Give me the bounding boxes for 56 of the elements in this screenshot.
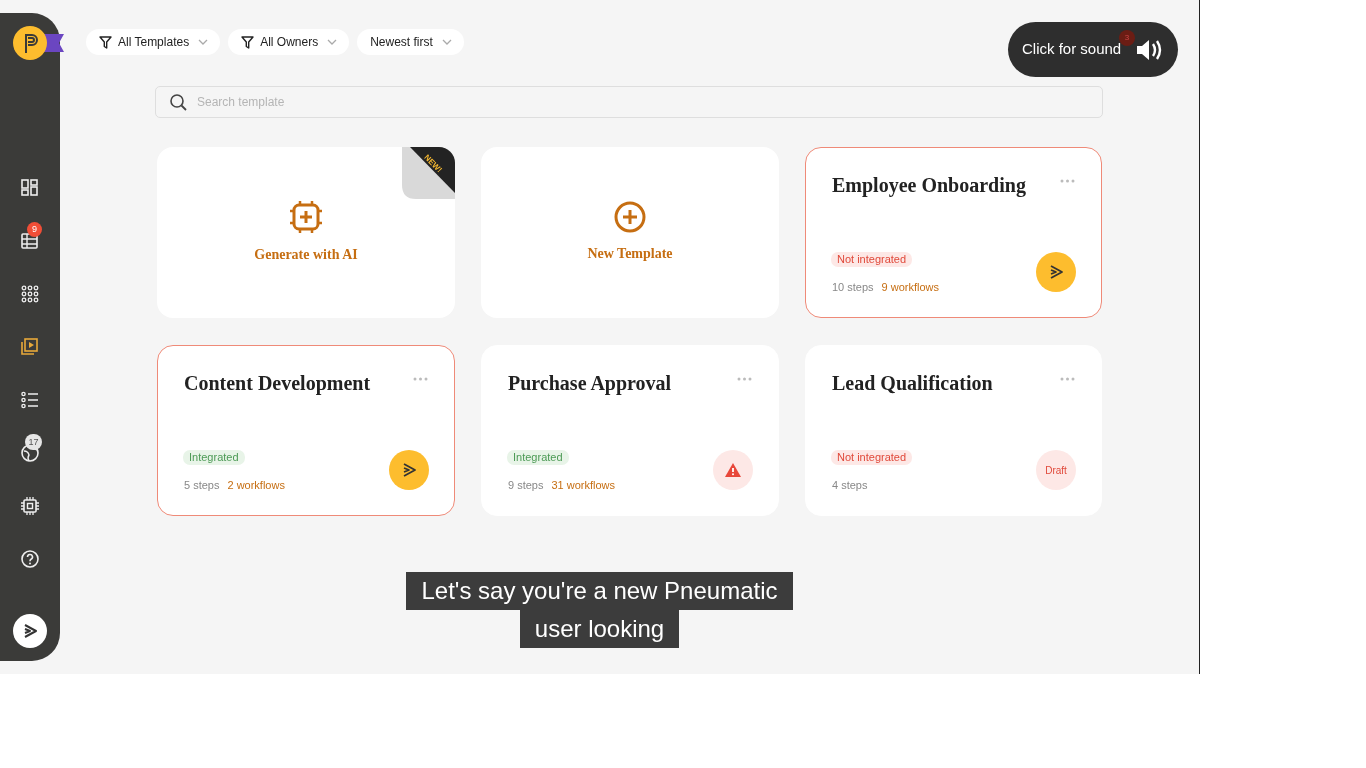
status-tag: Integrated — [183, 450, 245, 465]
template-card[interactable]: Employee Onboarding Not integrated 10 steps 9 workflows — [805, 147, 1102, 318]
steps-count: 10 steps — [832, 280, 874, 295]
search-field[interactable]: Search template — [155, 86, 1103, 118]
template-title: Content Development — [184, 371, 371, 396]
plus-circle-icon — [614, 201, 646, 233]
grid-icon[interactable] — [20, 283, 40, 304]
status-tag: Not integrated — [831, 450, 913, 465]
chip-icon[interactable] — [20, 495, 40, 516]
play-arrow-icon — [1048, 264, 1064, 280]
template-card[interactable]: Content Development Integrated 5 steps 2 workflows — [157, 345, 455, 516]
chevron-down-icon — [441, 39, 452, 45]
warning-icon[interactable] — [713, 450, 753, 490]
run-button[interactable] — [13, 614, 47, 648]
chevron-down-icon — [327, 39, 338, 45]
card-label: Generate with AI — [254, 246, 358, 264]
chip-plus-icon — [289, 200, 323, 234]
new-template-card[interactable]: New Template — [481, 147, 779, 318]
workflows-count: 2 workflows — [227, 478, 285, 493]
new-ribbon — [402, 147, 455, 199]
tasks-icon[interactable] — [20, 230, 40, 251]
template-title: Employee Onboarding — [832, 173, 1026, 198]
template-title: Lead Qualification — [832, 371, 993, 396]
status-tag: Not integrated — [831, 252, 913, 267]
status-tag: Integrated — [507, 450, 569, 465]
notification-badge: 17 — [25, 434, 42, 450]
steps-count: 4 steps — [832, 478, 868, 493]
chevron-down-icon — [198, 39, 209, 45]
list-icon[interactable] — [20, 389, 40, 410]
workflows-count: 9 workflows — [881, 280, 940, 295]
template-card[interactable]: Lead Qualification Not integrated 4 steps Draft — [805, 345, 1102, 516]
play-arrow-icon — [22, 623, 38, 639]
template-card[interactable]: Purchase Approval Integrated 9 steps 31 workflows — [481, 345, 779, 516]
speaker-icon — [1135, 37, 1164, 62]
run-button[interactable] — [389, 450, 429, 490]
filter-dropdown[interactable]: All Owners — [228, 29, 350, 55]
help-icon[interactable] — [20, 548, 40, 569]
template-title: Purchase Approval — [508, 371, 672, 396]
sound-button[interactable]: Click for sound 3 — [1008, 22, 1178, 77]
play-arrow-icon — [401, 462, 417, 478]
steps-count: 5 steps — [184, 478, 220, 493]
search-icon — [170, 94, 187, 111]
notification-badge: 3 — [1119, 30, 1135, 46]
run-button[interactable] — [1036, 252, 1076, 292]
workflows-count: 31 workflows — [551, 478, 616, 493]
card-label: New Template — [587, 245, 673, 263]
logo-icon[interactable] — [13, 26, 64, 60]
filter-dropdown[interactable]: All Templates — [86, 29, 221, 55]
dashboard-icon[interactable] — [20, 177, 40, 198]
filter-icon — [241, 35, 255, 49]
templates-icon[interactable] — [20, 336, 40, 357]
filter-dropdown[interactable]: Newest first — [357, 29, 464, 55]
filter-icon — [99, 35, 112, 49]
steps-count: 9 steps — [508, 478, 544, 493]
notification-badge: 9 — [27, 222, 42, 237]
draft-button[interactable]: Draft — [1036, 450, 1076, 490]
